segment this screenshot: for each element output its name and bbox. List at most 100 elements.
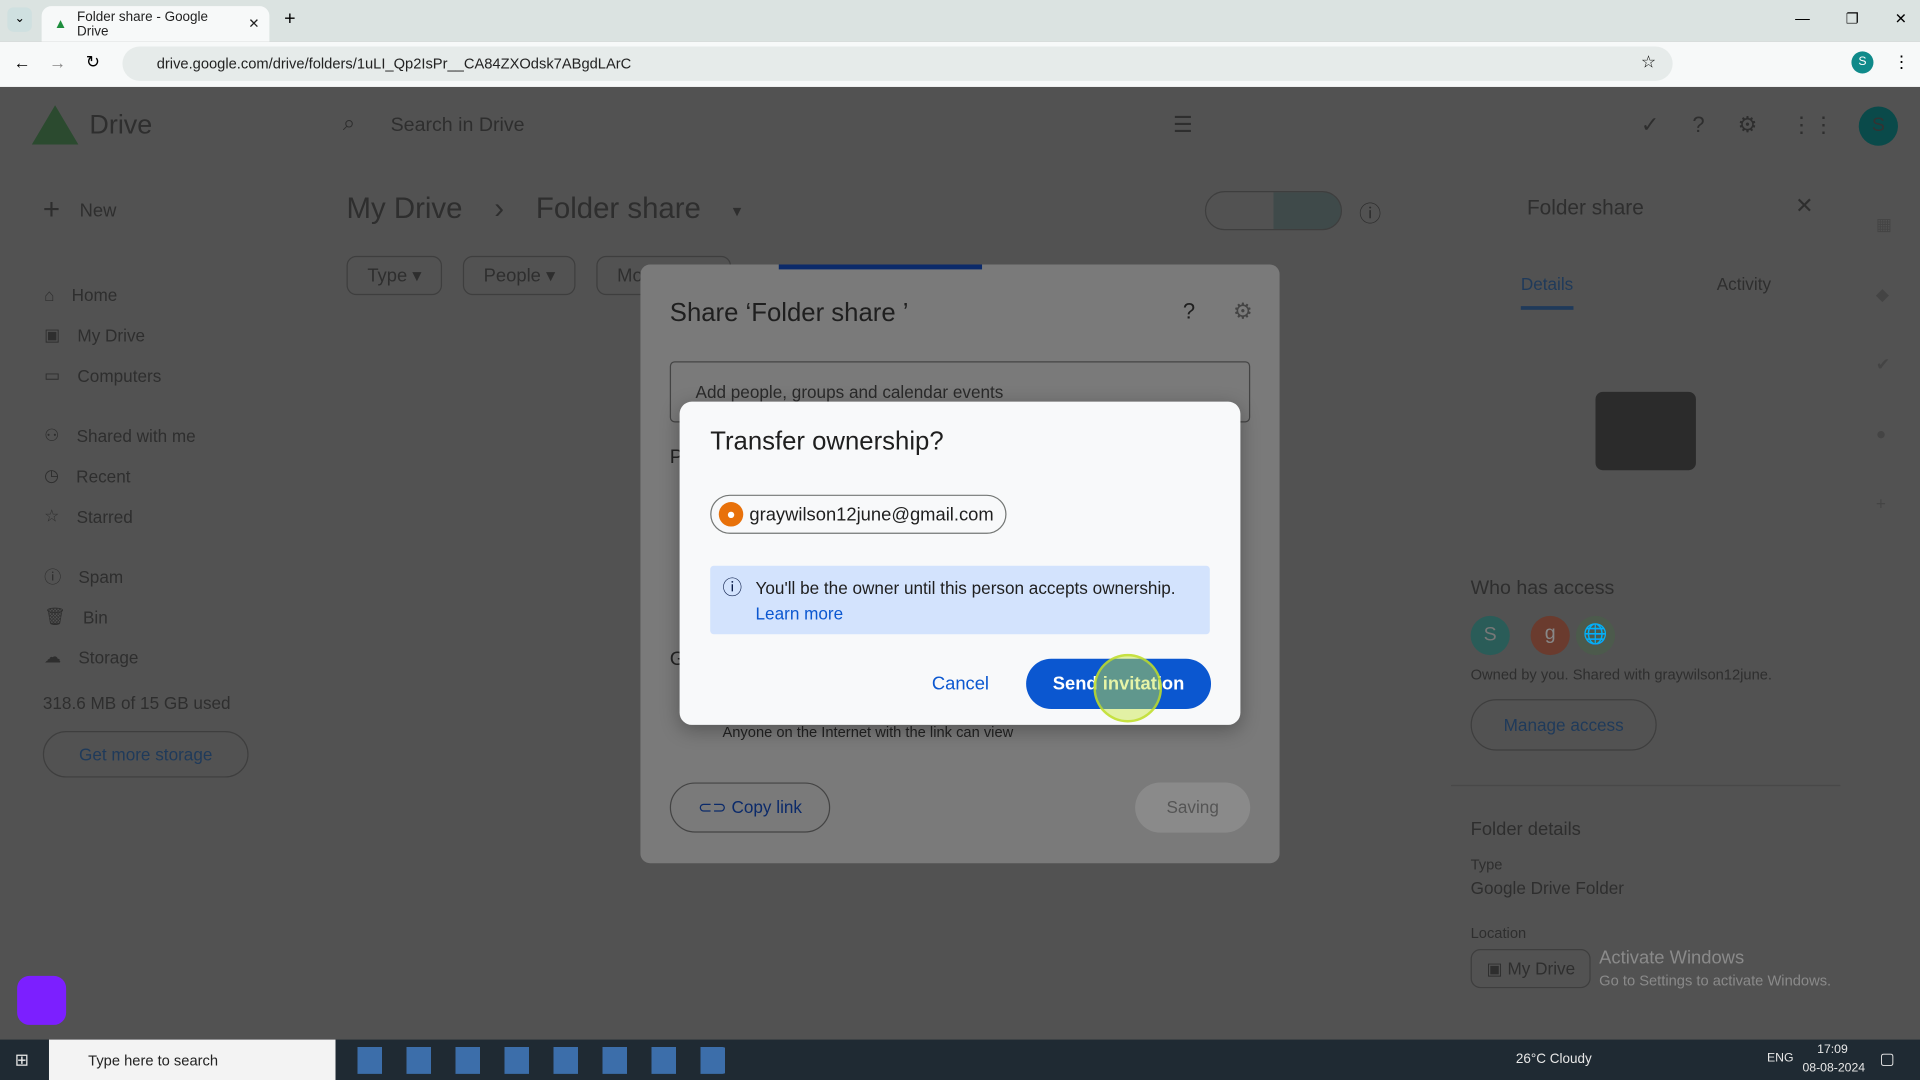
help-icon[interactable]: ? (1183, 299, 1195, 325)
account-avatar[interactable]: S (1858, 106, 1898, 146)
saving-button: Saving (1135, 782, 1251, 833)
side-panel-icons[interactable]: ▦ ◆ ✔ ● + (1876, 190, 1896, 539)
profile-avatar[interactable]: S (1851, 51, 1874, 74)
recipient-email: graywilson12june@gmail.com (749, 503, 994, 525)
folder-details-heading: Folder details (1470, 819, 1581, 841)
label: Home (71, 284, 118, 305)
sidebar-item-home[interactable]: ⌂ Home (44, 274, 196, 314)
language[interactable]: ENG (1767, 1052, 1794, 1065)
placeholder: Type here to search (88, 1051, 219, 1069)
taskbar-search[interactable]: Type here to search (48, 1039, 336, 1080)
storage-used: 318.6 MB of 15 GB used (42, 693, 231, 713)
filter-type[interactable]: Type ▾ (346, 255, 443, 296)
sidebar-item-computers[interactable]: ▭ Computers (44, 355, 196, 395)
recipient-chip: ● graywilson12june@gmail.com (710, 494, 1008, 534)
search-options-icon[interactable]: ☰ (1173, 113, 1193, 139)
info-box: ⓘ You'll be the owner until this person … (710, 565, 1210, 635)
get-storage-button[interactable]: Get more storage (42, 731, 249, 778)
bin-icon: 🗑 (44, 606, 66, 626)
assistant-button[interactable] (17, 975, 67, 1025)
window-controls[interactable]: — ❐ ✕ (1795, 10, 1907, 27)
label: Bin (82, 606, 108, 627)
url-input[interactable]: drive.google.com/drive/folders/1uLI_Qp2I… (122, 46, 1673, 81)
chevron-down-icon[interactable]: ▾ (733, 192, 742, 229)
label: My Drive (77, 325, 146, 345)
label: Recent (76, 465, 131, 486)
location-label: Location (1470, 924, 1527, 942)
drive-logo-icon (31, 105, 79, 145)
sidebar-item-shared[interactable]: ⚇ Shared with me (44, 415, 196, 455)
new-tab-icon[interactable]: + (284, 9, 295, 31)
folder-shared-icon (1595, 391, 1696, 471)
header-icons[interactable]: ✓ ? ⚙ ⋮⋮ (1641, 113, 1835, 139)
view-toggle[interactable] (1204, 191, 1343, 231)
close-details-icon[interactable]: ✕ (1795, 193, 1813, 219)
settings-icon[interactable]: ⚙ (1233, 299, 1253, 325)
info-icon: ⓘ (722, 577, 743, 599)
filter-people[interactable]: People ▾ (462, 255, 577, 296)
drive-icon: ▣ (44, 324, 61, 345)
star-icon: ☆ (44, 505, 60, 526)
sidebar-item-my-drive[interactable]: ▣ My Drive (44, 315, 196, 355)
taskbar: ⊞ Type here to search 26°C Cloudy ENG 17… (0, 1039, 1920, 1080)
location-chip[interactable]: ▣ My Drive (1470, 948, 1592, 989)
windows-start-icon[interactable]: ⊞ (15, 1049, 29, 1070)
type-label: Type (1470, 855, 1503, 874)
activate-windows-subtitle: Go to Settings to activate Windows. (1599, 972, 1832, 990)
avatar-shared: g (1530, 615, 1570, 656)
chevron-right-icon: › (494, 192, 505, 226)
weather[interactable]: 26°C Cloudy (1516, 1052, 1592, 1067)
manage-access-button[interactable]: Manage access (1470, 699, 1657, 751)
tab-title: Folder share - Google Drive (77, 9, 209, 39)
who-has-access: Who has access (1470, 577, 1615, 599)
breadcrumb: My Drive › Folder share ▾ (347, 192, 742, 229)
sidebar-item-recent[interactable]: ◷ Recent (44, 456, 196, 496)
transfer-ownership-dialog: Transfer ownership? ● graywilson12june@g… (679, 401, 1241, 725)
tab-details[interactable]: Details (1520, 274, 1574, 310)
progress-bar (778, 264, 983, 270)
breadcrumb-current[interactable]: Folder share (536, 192, 701, 229)
sidebar-item-bin[interactable]: 🗑 Bin (44, 596, 196, 636)
reload-icon[interactable]: ↻ (86, 51, 100, 72)
clock-time[interactable]: 17:09 (1817, 1043, 1848, 1056)
label: Spam (78, 566, 124, 586)
cursor-highlight (1093, 653, 1163, 723)
search-input[interactable]: Search in Drive (391, 115, 525, 137)
address-bar-row: ← → ↻ drive.google.com/drive/folders/1uL… (0, 41, 1920, 87)
cancel-button[interactable]: Cancel (932, 673, 989, 694)
forward-icon[interactable]: → (49, 53, 66, 73)
sidebar-item-storage[interactable]: ☁ Storage (44, 637, 196, 677)
learn-more-link[interactable]: Learn more (756, 601, 1198, 627)
back-icon[interactable]: ← (13, 53, 30, 73)
tab-activity[interactable]: Activity (1717, 274, 1771, 294)
notification-icon[interactable]: ▢ (1880, 1049, 1895, 1069)
cloud-icon: ☁ (44, 646, 62, 667)
search-icon[interactable]: ⌕ (343, 110, 355, 136)
avatar-owner: S (1470, 615, 1510, 656)
tab-close-icon[interactable]: ✕ (248, 16, 259, 32)
dialog-title: Transfer ownership? (710, 427, 944, 456)
bookmark-star-icon[interactable]: ☆ (1641, 51, 1656, 72)
drive-favicon-icon: ▲ (53, 16, 68, 32)
share-title: Share ‘Folder share ’ (669, 298, 909, 327)
browser-tab[interactable]: ▲ Folder share - Google Drive ✕ (41, 6, 270, 42)
drive-icon: ▣ (1486, 958, 1508, 979)
breadcrumb-my-drive[interactable]: My Drive (347, 192, 463, 229)
clock-date[interactable]: 08-08-2024 (1802, 1062, 1865, 1075)
taskbar-app-icons[interactable] (347, 1046, 728, 1074)
link-desc: Anyone on the Internet with the link can… (722, 723, 1014, 741)
info-icon[interactable]: ⓘ (1359, 197, 1381, 229)
spam-icon: ⓘ (44, 566, 62, 586)
copy-link-button[interactable]: ⊂⊃ Copy link (669, 782, 831, 833)
sidebar-item-starred[interactable]: ☆ Starred (44, 496, 196, 536)
label: People (483, 265, 541, 286)
sidebar-item-spam[interactable]: ⓘ Spam (44, 556, 196, 596)
new-button[interactable]: + New (43, 193, 117, 227)
people-icon: ⚇ (44, 424, 60, 445)
tab-list-button[interactable]: ⌄ (7, 7, 32, 32)
details-title: Folder share (1526, 195, 1644, 220)
app-name: Drive (89, 108, 153, 140)
browser-menu-icon[interactable]: ⋮ (1893, 51, 1910, 72)
globe-icon: 🌐 (1575, 615, 1616, 656)
label: Computers (77, 365, 162, 386)
